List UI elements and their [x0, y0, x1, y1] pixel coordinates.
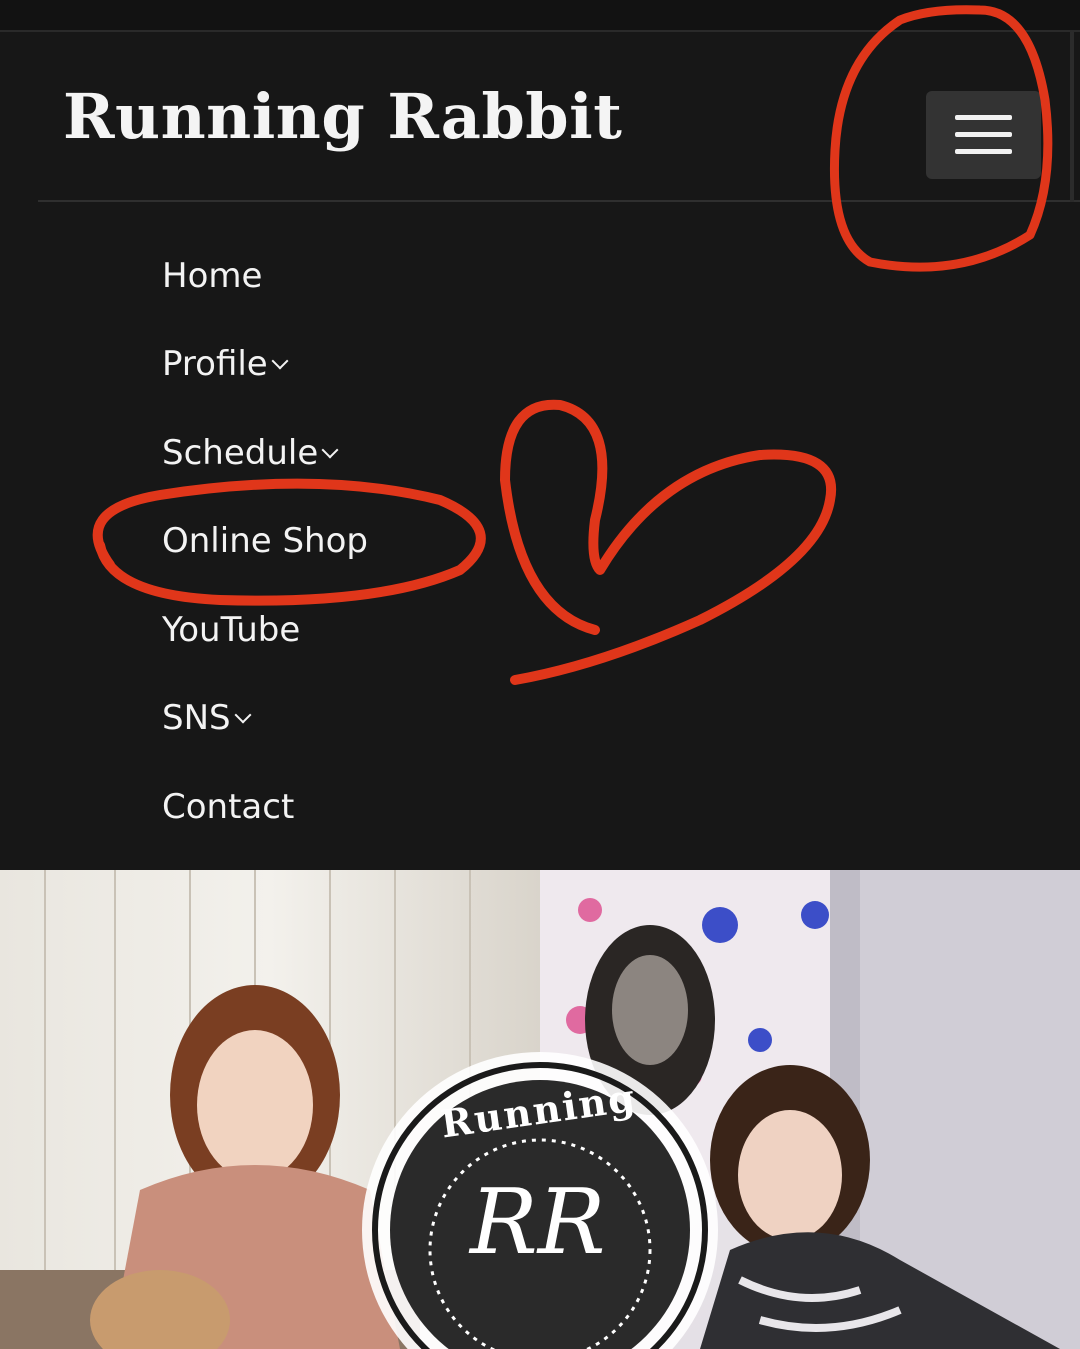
hero-image: Running RR — [0, 870, 1080, 1349]
nav-item-label: Contact — [162, 787, 295, 827]
nav-item-online-shop[interactable]: Online Shop — [162, 524, 368, 558]
nav-item-contact[interactable]: Contact — [162, 790, 294, 824]
nav-item-label: Online Shop — [162, 521, 368, 561]
nav-item-label: Home — [162, 256, 263, 296]
nav-item-profile[interactable]: Profile — [162, 344, 289, 384]
nav-item-youtube[interactable]: YouTube — [162, 613, 300, 647]
nav-item-schedule[interactable]: Schedule — [162, 433, 339, 473]
status-strip — [0, 0, 1080, 32]
site-title[interactable]: Running Rabbit — [63, 80, 622, 153]
hero-logo-monogram: RR — [470, 1170, 606, 1275]
hamburger-menu-button[interactable] — [926, 91, 1041, 179]
nav-item-label: Profile — [162, 344, 268, 384]
chevron-down-icon — [271, 352, 289, 370]
nav-item-sns[interactable]: SNS — [162, 698, 252, 738]
nav-item-label: YouTube — [162, 610, 301, 650]
nav-item-label: Schedule — [162, 433, 319, 473]
nav-item-home[interactable]: Home — [162, 259, 262, 293]
nav-item-label: SNS — [162, 698, 231, 738]
chevron-down-icon — [234, 706, 252, 724]
chevron-down-icon — [321, 441, 339, 459]
